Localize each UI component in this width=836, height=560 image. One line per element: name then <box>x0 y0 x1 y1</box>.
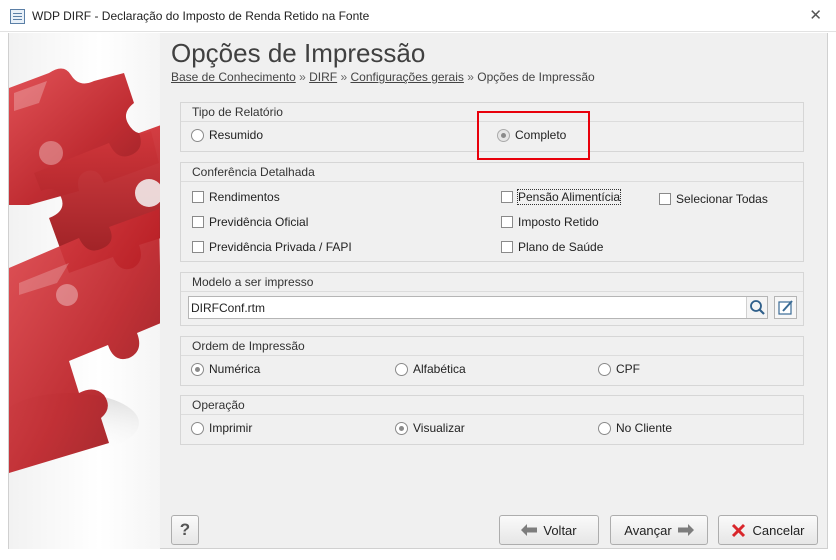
back-button[interactable]: Voltar <box>499 515 599 545</box>
group-modelo: Modelo a ser impresso DIRFConf.rtm <box>180 272 805 326</box>
checkbox-box <box>659 193 671 205</box>
radio-label: CPF <box>616 362 640 376</box>
group-title-operacao: Operação <box>181 398 800 415</box>
page-title: Opções de Impressão <box>171 38 426 68</box>
radio-label: Resumido <box>209 128 264 142</box>
checkbox-label: Pensão Alimentícia <box>516 189 622 205</box>
checkbox-box <box>501 191 513 203</box>
radio-dot <box>191 362 204 376</box>
radio-label: Numérica <box>209 362 261 376</box>
cancel-icon <box>731 523 746 538</box>
checkbox-rendimentos[interactable]: Rendimentos <box>192 190 280 204</box>
radio-dot <box>395 421 408 435</box>
breadcrumb-separator: » <box>340 70 348 84</box>
group-title-ordem: Ordem de Impressão <box>181 339 802 356</box>
checkbox-label: Selecionar Todas <box>676 192 768 206</box>
arrow-right-icon <box>677 524 694 536</box>
highlight-box <box>477 111 590 160</box>
search-icon <box>750 300 765 315</box>
puzzle-pieces-image <box>9 68 160 473</box>
checkbox-box <box>192 216 204 228</box>
radio-cpf[interactable]: CPF <box>598 362 640 376</box>
radio-resumido[interactable]: Resumido <box>191 128 263 142</box>
radio-numerica[interactable]: Numérica <box>191 362 260 376</box>
breadcrumb-link-base[interactable]: Base de Conhecimento <box>171 70 296 84</box>
checkbox-label: Imposto Retido <box>518 215 599 229</box>
checkbox-box <box>192 191 204 203</box>
checkbox-label: Previdência Privada / FAPI <box>209 240 352 254</box>
breadcrumb: Base de Conhecimento » DIRF » Configuraç… <box>171 70 595 84</box>
side-decoration <box>8 33 160 549</box>
radio-dot <box>191 128 204 142</box>
group-operacao: Operação Imprimir Visualizar No Cliente <box>180 395 804 445</box>
radio-dot <box>395 362 408 376</box>
radio-label: Imprimir <box>209 421 253 435</box>
next-button[interactable]: Avançar <box>610 515 708 545</box>
title-bar: WDP DIRF - Declaração do Imposto de Rend… <box>0 0 836 32</box>
breadcrumb-separator: » <box>467 70 474 84</box>
radio-dot <box>598 362 611 376</box>
radio-label: No Cliente <box>616 421 673 435</box>
checkbox-imposto-retido[interactable]: Imposto Retido <box>501 215 599 229</box>
app-icon <box>10 9 25 24</box>
checkbox-selecionar-todas[interactable]: Selecionar Todas <box>659 192 768 206</box>
radio-imprimir[interactable]: Imprimir <box>191 421 252 435</box>
checkbox-box <box>501 216 513 228</box>
checkbox-label: Rendimentos <box>209 190 280 204</box>
group-title-modelo: Modelo a ser impresso <box>180 275 805 292</box>
checkbox-plano-saude[interactable]: Plano de Saúde <box>501 240 603 254</box>
radio-visualizar[interactable]: Visualizar <box>395 421 465 435</box>
radio-dot <box>598 421 611 435</box>
edit-button[interactable] <box>774 296 797 319</box>
group-conferencia-detalhada: Conferência Detalhada Rendimentos Previd… <box>180 162 804 262</box>
checkbox-box <box>501 241 513 253</box>
radio-label: Alfabética <box>413 362 466 376</box>
radio-dot <box>191 421 204 435</box>
breadcrumb-current: Opções de Impressão <box>477 70 595 84</box>
cancel-button-label: Cancelar <box>752 522 805 538</box>
modelo-file-input[interactable]: DIRFConf.rtm <box>188 296 768 319</box>
checkbox-pensao-alimenticia[interactable]: Pensão Alimentícia <box>501 189 622 205</box>
close-icon[interactable]: ✕ <box>809 6 822 24</box>
edit-icon <box>778 300 793 315</box>
checkbox-previdencia-privada[interactable]: Previdência Privada / FAPI <box>192 240 352 254</box>
breadcrumb-link-dirf[interactable]: DIRF <box>309 70 337 84</box>
window-title: WDP DIRF - Declaração do Imposto de Rend… <box>32 9 370 23</box>
next-button-label: Avançar <box>624 522 672 538</box>
radio-label: Visualizar <box>413 421 465 435</box>
help-button[interactable]: ? <box>171 515 199 545</box>
checkbox-box <box>192 241 204 253</box>
arrow-left-icon <box>521 524 538 536</box>
cancel-button[interactable]: Cancelar <box>718 515 818 545</box>
radio-no-cliente[interactable]: No Cliente <box>598 421 672 435</box>
group-ordem-impressao: Ordem de Impressão Numérica Alfabética C… <box>180 336 804 386</box>
back-button-label: Voltar <box>543 522 577 538</box>
breadcrumb-link-config[interactable]: Configurações gerais <box>351 70 464 84</box>
group-title-tipo-relatorio: Tipo de Relatório <box>181 105 803 122</box>
search-button[interactable] <box>746 297 767 318</box>
checkbox-label: Previdência Oficial <box>209 215 309 229</box>
checkbox-previdencia-oficial[interactable]: Previdência Oficial <box>192 215 308 229</box>
radio-alfabetica[interactable]: Alfabética <box>395 362 466 376</box>
breadcrumb-separator: » <box>299 70 306 84</box>
checkbox-label: Plano de Saúde <box>518 240 604 254</box>
group-title-conferencia: Conferência Detalhada <box>181 165 802 182</box>
